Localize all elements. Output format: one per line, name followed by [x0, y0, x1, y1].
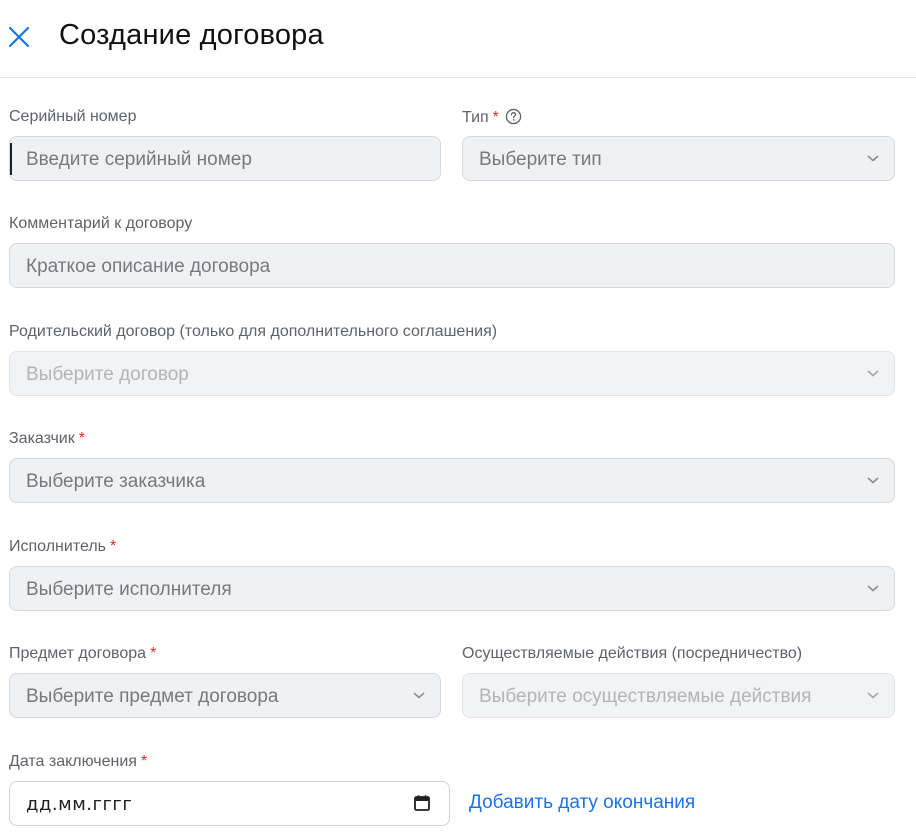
- actions-select[interactable]: Выберите осуществляемые действия: [462, 673, 895, 718]
- comment-input[interactable]: Краткое описание договора: [9, 243, 895, 288]
- customer-placeholder: Выберите заказчика: [26, 471, 206, 492]
- executor-select[interactable]: Выберите исполнителя: [9, 566, 895, 611]
- comment-label: Комментарий к договору: [9, 215, 192, 233]
- executor-label: Исполнитель *: [9, 538, 116, 556]
- serial-number-label-text: Серийный номер: [9, 108, 137, 125]
- customer-label: Заказчик *: [9, 430, 85, 448]
- page-title: Создание договора: [59, 19, 324, 51]
- chevron-down-icon: [867, 155, 879, 162]
- conclusion-date-label: Дата заключения *: [9, 753, 147, 771]
- text-cursor: [10, 143, 12, 175]
- chevron-down-icon: [867, 477, 879, 484]
- executor-placeholder: Выберите исполнителя: [26, 579, 232, 600]
- subject-placeholder: Выберите предмет договора: [26, 686, 279, 707]
- required-mark: *: [492, 109, 499, 126]
- chevron-down-icon: [867, 692, 879, 699]
- customer-label-text: Заказчик: [9, 430, 75, 447]
- conclusion-date-label-text: Дата заключения: [9, 753, 137, 770]
- actions-placeholder: Выберите осуществляемые действия: [479, 686, 812, 707]
- parent-contract-select[interactable]: Выберите договор: [9, 351, 895, 396]
- serial-number-input[interactable]: Введите серийный номер: [9, 136, 441, 181]
- serial-number-placeholder: Введите серийный номер: [26, 149, 252, 170]
- executor-label-text: Исполнитель: [9, 538, 107, 555]
- required-mark: *: [110, 538, 117, 555]
- parent-contract-label: Родительский договор (только для дополни…: [9, 323, 497, 341]
- serial-number-label: Серийный номер: [9, 108, 136, 126]
- customer-select[interactable]: Выберите заказчика: [9, 458, 895, 503]
- help-icon[interactable]: [505, 108, 522, 125]
- subject-label-text: Предмет договора: [9, 645, 147, 662]
- subject-label: Предмет договора *: [9, 645, 156, 663]
- type-placeholder: Выберите тип: [479, 149, 602, 170]
- actions-label: Осуществляемые действия (посредничество): [462, 645, 802, 663]
- comment-placeholder: Краткое описание договора: [26, 256, 271, 277]
- conclusion-date-placeholder: дд.мм.гггг: [26, 794, 133, 815]
- parent-contract-placeholder: Выберите договор: [26, 364, 189, 385]
- type-select[interactable]: Выберите тип: [462, 136, 895, 181]
- chevron-down-icon: [867, 585, 879, 592]
- required-mark: *: [150, 645, 157, 662]
- add-end-date-link[interactable]: Добавить дату окончания: [469, 792, 695, 814]
- required-mark: *: [78, 430, 85, 447]
- actions-label-text: Осуществляемые действия (посредничество): [462, 645, 803, 662]
- subject-select[interactable]: Выберите предмет договора: [9, 673, 441, 718]
- conclusion-date-input[interactable]: дд.мм.гггг: [9, 781, 450, 826]
- chevron-down-icon: [867, 370, 879, 377]
- type-label-text: Тип: [462, 109, 489, 126]
- calendar-icon[interactable]: [413, 794, 431, 812]
- type-label: Тип *: [462, 108, 522, 127]
- chevron-down-icon: [413, 692, 425, 699]
- parent-contract-label-text: Родительский договор (только для дополни…: [9, 323, 498, 340]
- comment-label-text: Комментарий к договору: [9, 215, 193, 232]
- close-icon[interactable]: [4, 22, 34, 52]
- dialog-header: Создание договора: [0, 0, 916, 78]
- required-mark: *: [140, 753, 148, 770]
